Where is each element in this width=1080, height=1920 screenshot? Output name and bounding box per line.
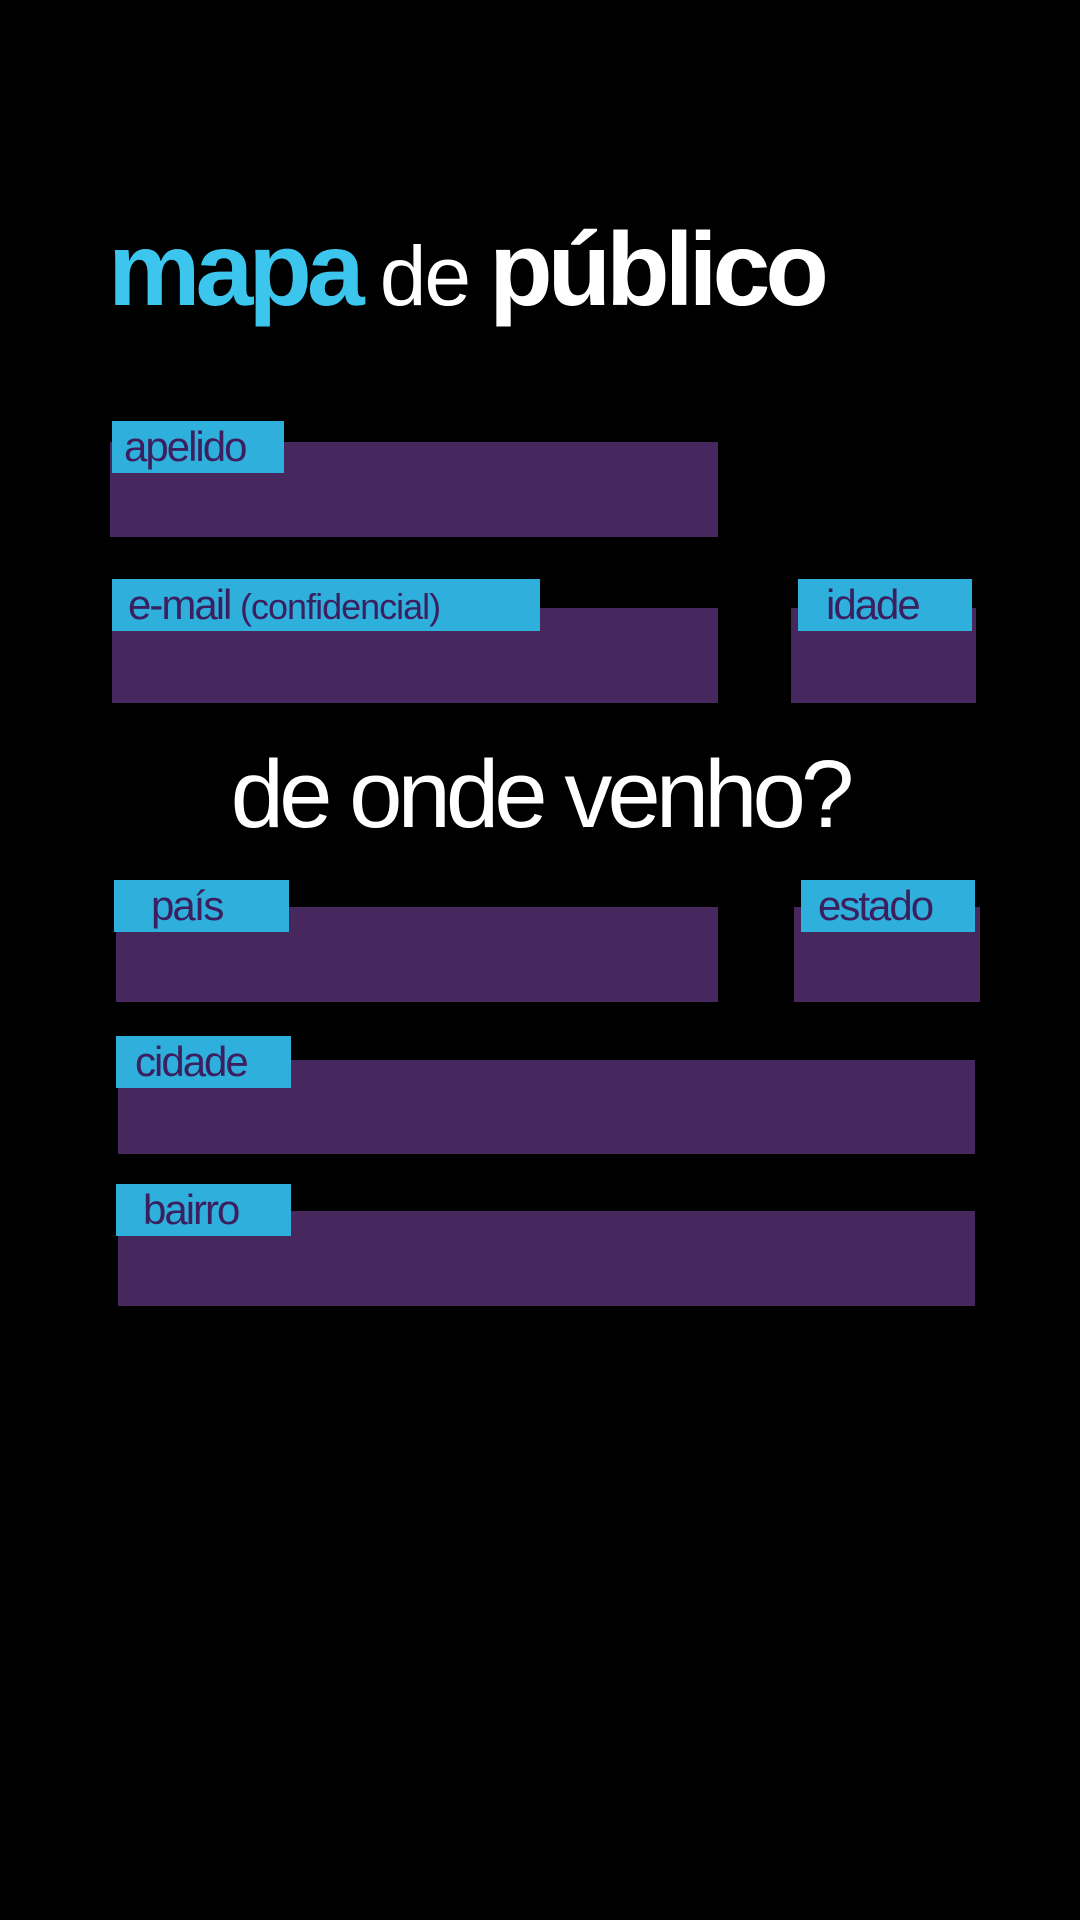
logo-word-publico: público <box>489 212 829 328</box>
age-label: idade <box>798 579 972 631</box>
state-label: estado <box>801 880 975 932</box>
email-label: e-mail (confidencial) <box>112 579 540 631</box>
city-label: cidade <box>116 1036 291 1088</box>
neighborhood-label: bairro <box>116 1184 291 1236</box>
email-label-note: (confidencial) <box>240 586 441 627</box>
logo-word-mapa: mapa <box>108 212 365 328</box>
app-logo: mapa de público <box>108 195 988 345</box>
email-label-main: e-mail <box>128 581 232 628</box>
logo-word-de: de <box>379 229 471 323</box>
nickname-label: apelido <box>112 421 284 473</box>
origin-heading: de onde venho? <box>230 741 855 848</box>
country-label: país <box>114 880 289 932</box>
